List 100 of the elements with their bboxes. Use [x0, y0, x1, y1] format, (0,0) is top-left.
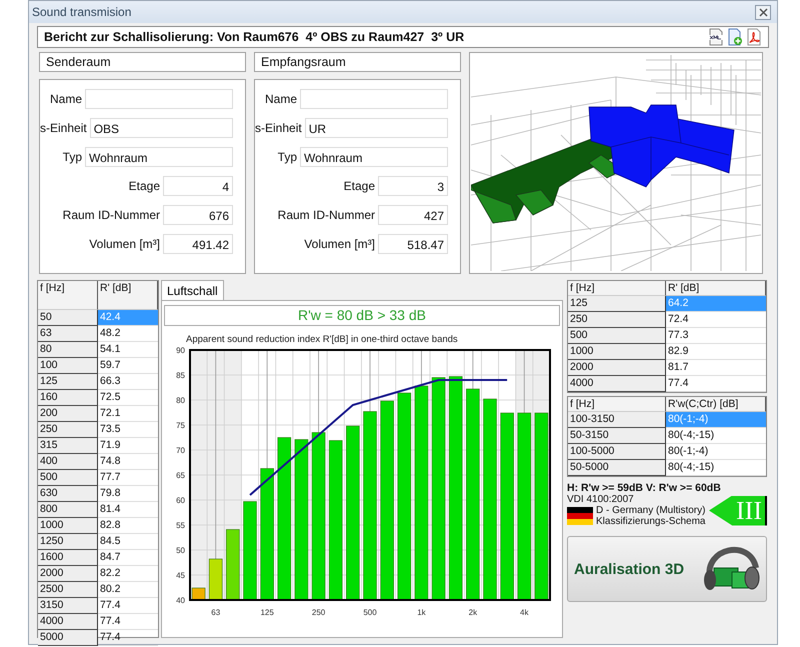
table-cell: 50-3150 [568, 428, 666, 444]
table-cell[interactable]: 79.8 [98, 486, 158, 502]
input-field[interactable]: Wohnraum [300, 147, 448, 167]
x-tick-label: 125 [260, 608, 274, 617]
table-cell[interactable]: 73.5 [98, 422, 158, 438]
input-field[interactable]: 427 [378, 205, 448, 225]
x-tick-label: 500 [363, 608, 377, 617]
section-heading: Senderaum [39, 52, 246, 72]
input-field[interactable]: OBS [90, 118, 233, 138]
field-label: Typ [62, 150, 82, 164]
table-cell[interactable]: 81.4 [98, 502, 158, 518]
table-cell: 2000 [38, 566, 98, 582]
input-field[interactable]: UR [304, 118, 448, 138]
input-field[interactable]: 676 [163, 205, 233, 225]
table-cell: 160 [38, 390, 98, 406]
table-cell: 125 [568, 296, 666, 312]
table-cell[interactable]: 84.5 [98, 534, 158, 550]
y-tick-label: 75 [176, 421, 185, 430]
table-cell[interactable]: 77.4 [98, 630, 158, 646]
table-cell: 100 [38, 358, 98, 374]
table-cell[interactable]: 80(-4;-15) [666, 428, 766, 444]
table-cell[interactable]: 72.1 [98, 406, 158, 422]
y-tick-label: 85 [176, 371, 185, 380]
table-cell[interactable]: 77.7 [98, 470, 158, 486]
table-cell: 800 [38, 502, 98, 518]
x-tick-label: 4k [520, 608, 528, 617]
document-add-icon[interactable] [727, 28, 743, 46]
table-cell[interactable]: 82.2 [98, 566, 158, 582]
table-cell[interactable]: 72.5 [98, 390, 158, 406]
table-cell[interactable]: 84.7 [98, 550, 158, 566]
table-cell: 315 [38, 438, 98, 454]
table-cell: 500 [38, 470, 98, 486]
bar [226, 529, 240, 600]
y-tick-label: 80 [176, 396, 185, 405]
class-badge: III [709, 496, 767, 526]
close-button[interactable] [755, 4, 771, 20]
table-cell[interactable]: 77.4 [666, 376, 766, 392]
input-field[interactable]: 3 [378, 176, 448, 196]
table-cell: 200 [38, 406, 98, 422]
column-header: f [Hz] [568, 281, 666, 296]
table-cell: 500 [568, 328, 666, 344]
field-label: s-Einheit [255, 121, 302, 135]
scheme-text: Klassifizierungs-Schema [596, 516, 706, 527]
table-cell[interactable]: 66.3 [98, 374, 158, 390]
field-label: Name [264, 92, 297, 106]
input-field[interactable]: Wohnraum [85, 147, 233, 167]
x-tick-label: 2k [468, 608, 478, 617]
table-cell[interactable]: 54.1 [98, 342, 158, 358]
table-cell[interactable]: 59.7 [98, 358, 158, 374]
table-cell[interactable]: 77.4 [98, 614, 158, 630]
table-cell: 250 [38, 422, 98, 438]
field-label: s-Einheit [40, 121, 87, 135]
table-cell[interactable]: 74.8 [98, 454, 158, 470]
table-cell[interactable]: 77.4 [98, 598, 158, 614]
table-cell: 4000 [568, 376, 666, 392]
table-cell: 50-5000 [568, 460, 666, 476]
field-label: Name [50, 92, 82, 106]
input-field[interactable]: 518.47 [378, 234, 448, 254]
auralisation-button[interactable]: Auralisation 3D [567, 536, 767, 602]
table-cell: 50 [38, 310, 98, 326]
table-cell[interactable]: 48.2 [98, 326, 158, 342]
country-text: D - Germany (Multistory) [596, 505, 706, 516]
standard-text: VDI 4100:2007 [567, 494, 635, 505]
table-cell[interactable]: 82.9 [666, 344, 766, 360]
y-tick-label: 65 [176, 471, 185, 480]
table-cell: 2000 [568, 360, 666, 376]
table-cell[interactable]: 71.9 [98, 438, 158, 454]
table-cell: 5000 [38, 630, 98, 646]
input-field[interactable]: 491.42 [163, 234, 233, 254]
input-field[interactable] [300, 89, 448, 109]
table-cell: 400 [38, 454, 98, 470]
y-tick-label: 50 [176, 546, 185, 555]
table-cell: 4000 [38, 614, 98, 630]
chart-title: Apparent sound reduction index R'[dB] in one-third octave bands [186, 334, 458, 345]
result-banner: R'w = 80 dB > 33 dB [164, 305, 560, 326]
pdf-file-icon[interactable] [746, 28, 762, 46]
table-cell: 1600 [38, 550, 98, 566]
table-cell[interactable]: 77.3 [666, 328, 766, 344]
table-cell: 63 [38, 326, 98, 342]
xml-file-icon[interactable] [708, 28, 724, 46]
column-header: R' [dB] [666, 281, 766, 296]
table-cell[interactable]: 82.8 [98, 518, 158, 534]
table-cell[interactable]: 80(-4;-15) [666, 460, 766, 476]
column-header: f [Hz] [38, 281, 98, 310]
close-icon [758, 8, 768, 16]
table-cell[interactable]: 80(-1;-4) [666, 444, 766, 460]
flag-icon [567, 507, 593, 525]
tab[interactable]: Luftschall [161, 280, 224, 300]
field-label: Volumen [m³] [89, 237, 160, 251]
table-cell: 1000 [568, 344, 666, 360]
field-label: Raum ID-Nummer [278, 208, 375, 222]
table-cell[interactable]: 81.7 [666, 360, 766, 376]
input-field[interactable] [85, 89, 233, 109]
table-cell[interactable]: 72.4 [666, 312, 766, 328]
table-cell: 3150 [38, 598, 98, 614]
input-field[interactable]: 4 [163, 176, 233, 196]
x-tick-label: 1k [417, 608, 426, 617]
table-cell[interactable]: 80.2 [98, 582, 158, 598]
table-cell: 80 [38, 342, 98, 358]
field-label: Raum ID-Nummer [62, 208, 160, 222]
